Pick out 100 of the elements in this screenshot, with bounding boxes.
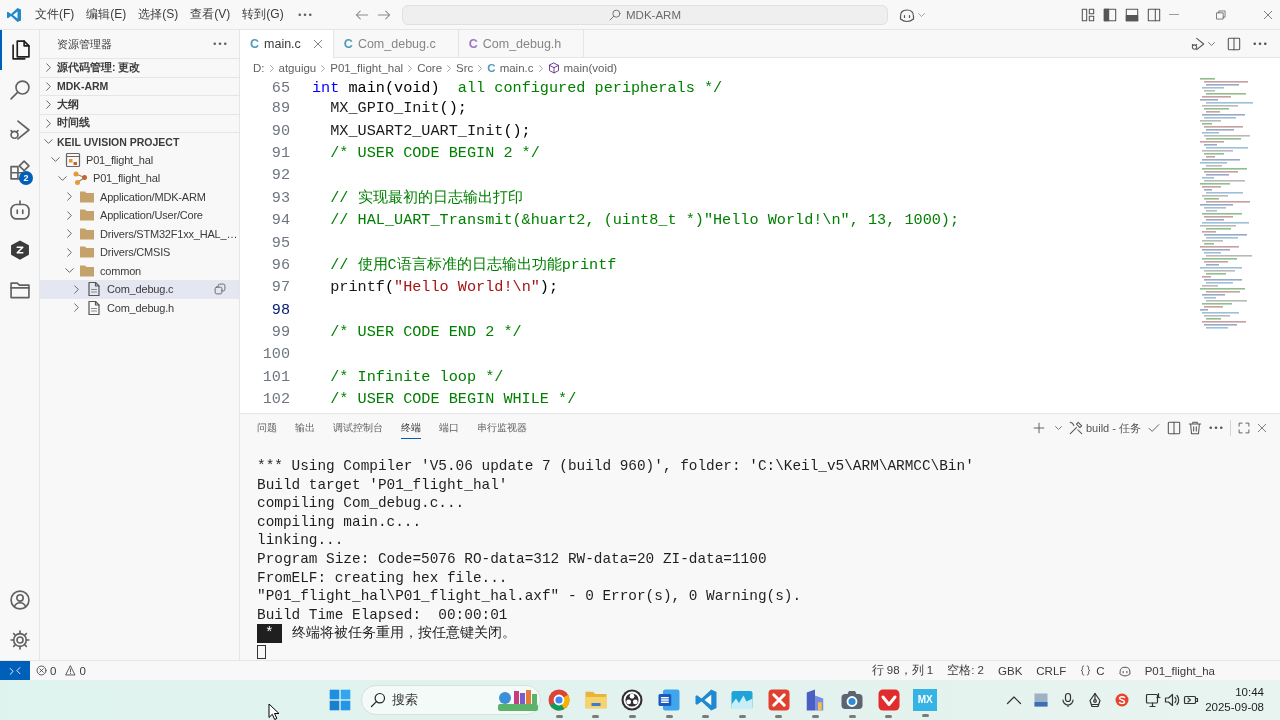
status-item[interactable]: CRLF xyxy=(1036,664,1067,677)
breadcrumb-item[interactable]: P01_flight_hal xyxy=(330,62,404,74)
copy-icon[interactable] xyxy=(214,283,226,296)
menu-item[interactable]: 转到(G) xyxy=(236,0,290,29)
close-icon[interactable] xyxy=(1257,423,1267,433)
cursor-icon xyxy=(257,644,266,659)
pen-nib-icon[interactable] xyxy=(1087,692,1104,708)
panel-tab[interactable]: 端口 xyxy=(439,417,459,439)
status-item[interactable]: 行 98，列 1 xyxy=(871,663,934,678)
tree-item[interactable]: P01_flight_hal xyxy=(40,150,239,169)
code-text: all configured peripherals */ xyxy=(457,78,723,97)
panel-tab[interactable]: 终端 xyxy=(401,417,421,439)
tree-item[interactable]: Com_debug.c xyxy=(40,280,239,299)
plus-icon[interactable] xyxy=(1032,422,1045,434)
menu-item[interactable]: 选择(S) xyxy=(132,0,185,29)
settings-icon[interactable] xyxy=(8,629,31,651)
section-header[interactable]: 时间线 xyxy=(40,113,239,132)
terminal-line: Program Size: Code=5076 RO-data=312 RW-data=20 ZI-data=1100 xyxy=(257,549,767,569)
section-header[interactable]: 大纲 xyxy=(40,95,239,114)
editor-tab[interactable]: C main.c xyxy=(240,30,334,58)
minimize-icon[interactable] xyxy=(1168,13,1179,16)
tree-item[interactable]: Com_debug.h xyxy=(40,298,239,317)
remote-button[interactable] xyxy=(0,661,30,680)
tree-item[interactable]: Drivers/STM32F1xx_HAL_… xyxy=(40,224,239,243)
maximize-icon[interactable] xyxy=(1238,422,1250,434)
close-icon[interactable] xyxy=(1263,9,1273,20)
copilot-icon[interactable] xyxy=(899,6,915,23)
run-debug-icon[interactable] xyxy=(1191,36,1205,51)
panel-tab[interactable]: 调试控制台 xyxy=(333,417,383,439)
editor-tab[interactable]: C Com_debug.h xyxy=(458,30,585,58)
restore-icon[interactable] xyxy=(1216,9,1226,20)
speaker-icon[interactable] xyxy=(1164,692,1181,708)
search-icon xyxy=(8,79,31,101)
breadcrumb-item[interactable]: atguigu xyxy=(278,62,317,74)
caret-icon[interactable] xyxy=(1054,426,1062,430)
code-line: /* USER CODE END 2 */ xyxy=(330,323,522,342)
panel-tab[interactable]: 输出 xyxy=(295,417,315,439)
more-icon[interactable] xyxy=(213,42,227,46)
panel-tab[interactable]: 串行监视器 xyxy=(477,417,527,439)
layout-icon[interactable] xyxy=(1080,7,1095,22)
start-icon[interactable] xyxy=(329,689,351,711)
section-header[interactable]: MDK-ARM xyxy=(40,76,239,95)
language-status[interactable]: C xyxy=(1080,664,1105,677)
tree-item[interactable]: Drivers/CMSIS xyxy=(40,243,239,262)
panel-toggle-icon[interactable] xyxy=(1124,7,1139,22)
search-icon xyxy=(370,692,386,708)
close-icon[interactable] xyxy=(312,39,323,49)
menu-item[interactable]: 文件(F) xyxy=(29,0,81,29)
menu-item[interactable]: 编辑(E) xyxy=(80,0,133,29)
trash-icon[interactable] xyxy=(1188,421,1202,435)
line-number: 65 xyxy=(270,78,290,97)
menu-item[interactable]: 查看(V) xyxy=(184,0,237,29)
command-center[interactable]: MDK-ARM xyxy=(402,4,888,25)
books-illustration-icon xyxy=(498,689,538,711)
terminal-line: FromELF: creating hex file... xyxy=(257,568,508,588)
problems-button[interactable]: 0 0 xyxy=(36,664,86,677)
more-icon[interactable] xyxy=(297,12,312,17)
tree-item[interactable]: common xyxy=(40,261,239,280)
breadcrumb-item[interactable]: Core xyxy=(417,62,443,74)
braces-icon xyxy=(1080,665,1092,676)
panel-tab[interactable]: 问题 xyxy=(257,417,277,439)
monitor-icon[interactable] xyxy=(1145,692,1162,708)
microphone-icon[interactable] xyxy=(1060,692,1077,708)
breadcrumb-item[interactable]: main(void) xyxy=(547,62,618,74)
check-icon[interactable] xyxy=(1148,422,1160,434)
section-header[interactable]: KEIL UVISION PROJECT xyxy=(40,132,239,151)
split-layout-icon[interactable] xyxy=(1146,7,1161,22)
more-icon[interactable] xyxy=(1253,41,1267,46)
file-icon xyxy=(86,299,102,316)
split-icon[interactable] xyxy=(1167,421,1181,435)
search-field[interactable]: 搜索 xyxy=(392,693,452,707)
remote-icon xyxy=(9,664,21,677)
tree-item[interactable]: Application/MDK-ARM xyxy=(40,187,239,206)
status-item[interactable]: 空格: 2 xyxy=(947,663,984,678)
activity-bar-tab[interactable]: 2 xyxy=(0,150,39,190)
taskbar-clock[interactable]: 10:44 2025-09-08 xyxy=(1205,685,1280,715)
section-header[interactable]: 源代码管理: 更改 xyxy=(40,58,239,77)
app-square-icon[interactable] xyxy=(1033,692,1050,708)
status-item[interactable]: P01_flight_ha xyxy=(1144,664,1215,677)
tree-item[interactable]: Application/User/Core xyxy=(40,206,239,225)
breadcrumb-item[interactable]: D: xyxy=(253,62,265,74)
code-line: MX_GPIO_Init(); xyxy=(330,99,467,118)
copilot-icon[interactable] xyxy=(1118,664,1131,677)
tree-item[interactable]: P01_flight_hal xyxy=(40,169,239,188)
s-circle-icon[interactable] xyxy=(1114,692,1131,708)
editor-tab[interactable]: C Com_debug.c xyxy=(333,30,459,58)
breadcrumb-item[interactable]: Src xyxy=(456,62,474,74)
account-icon[interactable] xyxy=(8,589,31,611)
status-item[interactable]: GBK xyxy=(998,664,1023,677)
code-line: // 实现最初的日志输出打印 xyxy=(330,188,523,209)
caret-icon[interactable] xyxy=(1208,41,1215,46)
sidebar-toggle-icon[interactable] xyxy=(1102,7,1117,22)
line-number: 97 xyxy=(270,278,290,297)
line-number: 100 xyxy=(261,345,290,364)
line-number: 95 xyxy=(270,233,290,252)
task-selector[interactable]: build - 任务 xyxy=(1068,420,1141,436)
code-line: // 使用C语言标准的日志输出功能printf xyxy=(330,255,617,276)
split-editor-icon[interactable] xyxy=(1227,36,1241,51)
more-icon[interactable] xyxy=(1209,426,1223,430)
breadcrumb-item[interactable]: C main.c xyxy=(487,62,534,74)
